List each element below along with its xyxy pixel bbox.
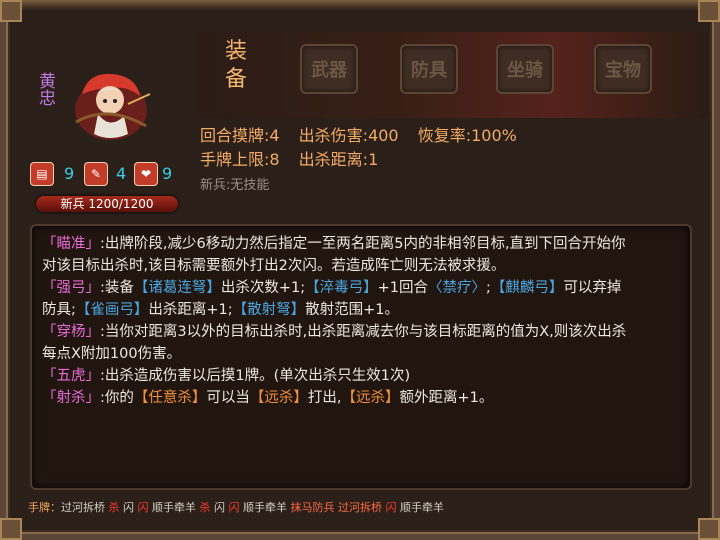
hand-card[interactable]: 顺手牵羊 <box>400 501 444 514</box>
skill-text: 可以当 <box>206 390 250 406</box>
attribute-row: 回合摸牌:4 出杀伤害:400 恢复率:100% <box>200 122 531 146</box>
item-name: 【淬毒弓】 <box>305 280 378 296</box>
hand-card[interactable]: 抹马防兵 <box>291 501 339 514</box>
heart-icon: ❤ <box>134 162 158 186</box>
hero-name: 黄忠 <box>35 72 55 106</box>
hand-card[interactable]: 闪 <box>123 501 138 514</box>
skill-line: 「强弓」:装备【诸葛连弩】出杀次数+1;【淬毒弓】+1回合〈禁疗〉;【麒麟弓】可… <box>42 278 621 298</box>
hand-card[interactable]: 杀 <box>109 501 124 514</box>
kill-damage: 出杀伤害:400 <box>298 126 399 145</box>
skill-text: 打出, <box>307 390 342 406</box>
slot-weapon[interactable]: 武器 <box>300 44 358 94</box>
equipment-title: 装备 <box>224 39 247 92</box>
skill-description-box: 「瞄准」:出牌阶段,减少6移动力然后指定一至两名距离5内的非相邻目标,直到下回合… <box>30 224 692 490</box>
rank-skill: 新兵:无技能 <box>200 178 270 193</box>
stat-cards-value: 9 <box>64 164 75 183</box>
top-strip <box>0 0 720 8</box>
hand-card[interactable]: 闪 <box>214 501 229 514</box>
item-name: 【诸葛连弩】 <box>133 280 221 296</box>
slot-mount[interactable]: 坐骑 <box>496 44 554 94</box>
skill-text: 出杀次数+1; <box>220 280 306 296</box>
hand-cards-bar: 手牌：过河拆桥 杀 闪 闪 顺手牵羊 杀 闪 闪 顺手牵羊 抹马防兵 过河拆桥 … <box>28 498 692 518</box>
item-name: 【麒麟弓】 <box>490 280 564 296</box>
item-name: 【雀画弓】 <box>75 302 149 318</box>
corner-ornament <box>0 518 22 540</box>
skill-text: :出杀造成伤害以后摸1牌。(单次出杀只生效1次) <box>100 368 411 384</box>
corner-ornament <box>698 518 720 540</box>
card-icon: ▤ <box>30 162 54 186</box>
skill-text: +1回合 <box>377 280 429 296</box>
recovery-rate: 恢复率:100% <box>417 126 517 145</box>
hand-card[interactable]: 杀 <box>200 501 215 514</box>
card-name: 【远杀】 <box>341 390 400 406</box>
skill-line: 「瞄准」:出牌阶段,减少6移动力然后指定一至两名距离5内的非相邻目标,直到下回合… <box>42 234 626 254</box>
skill-line: 每点X附加100伤害。 <box>42 344 181 364</box>
hp-text: 新兵 1200/1200 <box>60 197 154 211</box>
skill-text: 额外距离+1。 <box>399 390 494 406</box>
sword-icon: ✎ <box>84 162 108 186</box>
skill-line: 「射杀」:你的【任意杀】可以当【远杀】打出,【远杀】额外距离+1。 <box>42 388 493 408</box>
skill-tag: 「强弓」 <box>42 280 100 296</box>
slot-armor[interactable]: 防具 <box>400 44 458 94</box>
card-name: 【任意杀】 <box>133 390 207 406</box>
stat-recover-value: 9 <box>162 164 173 183</box>
hand-label: 手牌： <box>28 501 61 514</box>
hero-portrait <box>68 64 154 148</box>
draw-per-turn: 回合摸牌:4 <box>200 126 280 145</box>
skill-text: 出杀距离+1; <box>148 302 233 318</box>
corner-ornament <box>698 0 720 22</box>
hand-card[interactable]: 闪 <box>229 501 244 514</box>
skill-line: 对该目标出杀时,该目标需要额外打出2次闪。若造成阵亡则无法被求援。 <box>42 256 505 276</box>
skill-text: 对该目标出杀时,该目标需要额外打出2次闪。若造成阵亡则无法被求援。 <box>42 258 506 274</box>
hand-card[interactable]: 顺手牵羊 <box>152 501 200 514</box>
skill-text: :当你对距离3以外的目标出杀时,出杀距离减去你与该目标距离的值为X,则该次出杀 <box>100 324 627 340</box>
skill-line: 「五虎」:出杀造成伤害以后摸1牌。(单次出杀只生效1次) <box>42 366 410 386</box>
skill-text: :出牌阶段,减少6移动力然后指定一至两名距离5内的非相邻目标,直到下回合开始你 <box>100 236 626 252</box>
hand-card[interactable]: 顺手牵羊 <box>243 501 291 514</box>
skill-tag: 「射杀」 <box>42 390 100 406</box>
attribute-row: 手牌上限:8 出杀距离:1 <box>200 146 392 170</box>
corner-ornament <box>0 0 22 22</box>
skill-text: 散射范围+1。 <box>305 302 400 318</box>
hand-card[interactable]: 闪 <box>386 501 401 514</box>
hand-card[interactable]: 过河拆桥 <box>61 501 109 514</box>
hand-card[interactable]: 过河拆桥 <box>338 501 386 514</box>
skill-text: :你的 <box>100 390 134 406</box>
stat-attack-value: 4 <box>116 164 127 183</box>
status-name: 〈禁疗〉 <box>428 280 487 296</box>
skill-tag: 「瞄准」 <box>42 236 100 252</box>
skill-tag: 「穿杨」 <box>42 324 100 340</box>
skill-text: :装备 <box>100 280 134 296</box>
kill-range: 出杀距离:1 <box>298 150 379 169</box>
hand-limit: 手牌上限:8 <box>200 150 280 169</box>
hand-card[interactable]: 闪 <box>138 501 153 514</box>
item-name: 【散射弩】 <box>232 302 306 318</box>
skill-text: 可以弃掉 <box>563 280 622 296</box>
slot-treasure[interactable]: 宝物 <box>594 44 652 94</box>
skill-text: 防具; <box>42 302 76 318</box>
skill-line: 防具;【雀画弓】出杀距离+1;【散射弩】散射范围+1。 <box>42 300 399 320</box>
skill-tag: 「五虎」 <box>42 368 100 384</box>
card-name: 【远杀】 <box>249 390 308 406</box>
skill-text: 每点X附加100伤害。 <box>42 346 182 362</box>
skill-line: 「穿杨」:当你对距离3以外的目标出杀时,出杀距离减去你与该目标距离的值为X,则该… <box>42 322 626 342</box>
